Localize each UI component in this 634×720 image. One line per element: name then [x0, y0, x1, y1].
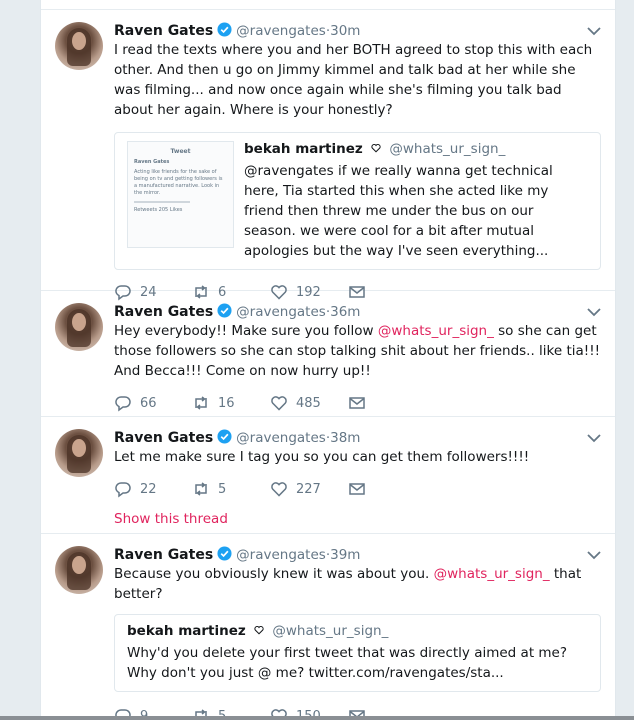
like-count: 227	[296, 481, 321, 497]
timestamp[interactable]: 30m	[330, 23, 360, 39]
timestamp[interactable]: 36m	[330, 304, 360, 320]
tweet-actions: 66 16 485	[114, 393, 601, 413]
like-count: 150	[296, 708, 321, 717]
tweet-header: Raven Gates @ravengates · 38m	[114, 427, 601, 447]
username[interactable]: @ravengates	[236, 430, 326, 446]
retweet-button[interactable]: 5	[192, 480, 270, 498]
direct-message-icon	[349, 710, 365, 716]
tweet-header: Raven Gates @ravengates · 36m	[114, 301, 601, 321]
timestamp[interactable]: 38m	[330, 430, 360, 446]
window-bottom-edge	[0, 716, 634, 720]
retweet-icon	[195, 482, 207, 496]
display-name[interactable]: Raven Gates	[114, 430, 213, 446]
display-name[interactable]: Raven Gates	[114, 547, 213, 563]
quoted-tweet-text: Why'd you delete your first tweet that w…	[127, 645, 568, 681]
reply-button[interactable]: 22	[114, 480, 192, 498]
like-icon	[271, 396, 287, 411]
reply-icon	[115, 396, 131, 412]
tweet[interactable]: Raven Gates @ravengates · 36m Hey everyb…	[41, 291, 615, 417]
reply-button[interactable]: 66	[114, 394, 192, 412]
like-button[interactable]: 485	[270, 394, 348, 412]
retweet-count: 5	[218, 481, 227, 497]
verified-badge-icon	[217, 546, 232, 561]
quoted-display-name: bekah martinez	[127, 623, 246, 639]
avatar[interactable]	[55, 303, 103, 351]
verified-badge-icon	[217, 22, 232, 37]
username[interactable]: @ravengates	[236, 304, 326, 320]
username[interactable]: @ravengates	[236, 23, 326, 39]
direct-message-icon	[349, 483, 365, 495]
tweet[interactable]: Raven Gates @ravengates · 30m I read the…	[41, 10, 615, 301]
like-count: 485	[296, 395, 321, 411]
like-button[interactable]: 227	[270, 480, 348, 498]
reply-count: 66	[140, 395, 157, 411]
quoted-username: @whats_ur_sign_	[272, 623, 389, 639]
like-button[interactable]: 150	[270, 707, 348, 716]
tweet-text: I read the texts where you and her BOTH …	[114, 42, 593, 118]
chevron-down-icon[interactable]	[587, 550, 601, 560]
quoted-tweet-header: bekah martinez @whats_ur_sign_	[244, 141, 588, 161]
reply-icon	[115, 709, 131, 716]
quoted-username: @whats_ur_sign_	[389, 141, 506, 157]
image-text: Acting like friends for the sake of bein…	[134, 169, 223, 196]
quoted-tweet-header: bekah martinez @whats_ur_sign_	[127, 623, 588, 643]
image-stats: Retweets 205 Likes	[134, 207, 183, 213]
verified-badge-icon	[217, 303, 232, 318]
reply-count: 22	[140, 481, 157, 497]
retweet-button[interactable]: 5	[192, 707, 270, 716]
image-name: Raven Gates	[134, 159, 170, 165]
quoted-tweet-text: @ravengates if we really wanna get techn…	[244, 163, 553, 259]
tweet-text: Let me make sure I tag you so you can ge…	[114, 449, 530, 465]
mention-link[interactable]: @whats_ur_sign_	[434, 566, 550, 582]
quoted-tweet-image: Tweet Raven Gates Acting like friends fo…	[127, 141, 234, 248]
direct-message-icon	[349, 397, 365, 409]
quoted-display-name: bekah martinez	[244, 141, 363, 157]
reply-icon	[115, 482, 131, 498]
verified-badge-icon	[217, 429, 232, 444]
retweet-count: 16	[218, 395, 235, 411]
tweet-text-part: Because you obviously knew it was about …	[114, 566, 434, 582]
timestamp[interactable]: 39m	[330, 547, 360, 563]
chevron-down-icon[interactable]	[587, 307, 601, 317]
avatar[interactable]	[55, 546, 103, 594]
show-thread-link[interactable]: Show this thread	[114, 511, 601, 529]
tweet-header: Raven Gates @ravengates · 30m	[114, 20, 601, 40]
chevron-down-icon[interactable]	[587, 433, 601, 443]
timeline-top-edge	[41, 0, 615, 10]
tweet-actions: 9 5 150	[114, 706, 601, 716]
timeline: Raven Gates @ravengates · 30m I read the…	[40, 0, 616, 716]
tweet-actions: 22 5 227	[114, 479, 601, 499]
tweet-text: Because you obviously knew it was about …	[114, 564, 601, 604]
direct-message-button[interactable]	[348, 707, 378, 716]
quoted-tweet[interactable]: Tweet Raven Gates Acting like friends fo…	[114, 132, 601, 270]
display-name[interactable]: Raven Gates	[114, 304, 213, 320]
direct-message-button[interactable]	[348, 480, 378, 498]
tweet[interactable]: Raven Gates @ravengates · 38m Let me mak…	[41, 417, 615, 534]
tweet-header: Raven Gates @ravengates · 39m	[114, 544, 601, 564]
avatar[interactable]	[55, 429, 103, 477]
retweet-count: 5	[218, 708, 227, 717]
avatar[interactable]	[55, 22, 103, 70]
retweet-icon	[195, 396, 207, 410]
image-title: Tweet	[170, 148, 191, 155]
username[interactable]: @ravengates	[236, 547, 326, 563]
like-icon	[271, 482, 287, 497]
reply-count: 9	[140, 708, 149, 717]
like-icon	[271, 709, 287, 716]
chevron-down-icon[interactable]	[587, 26, 601, 36]
tweet[interactable]: Raven Gates @ravengates · 39m Because yo…	[41, 534, 615, 716]
retweet-button[interactable]: 16	[192, 394, 270, 412]
reply-button[interactable]: 9	[114, 707, 192, 716]
heart-emoji-icon	[371, 144, 381, 153]
display-name[interactable]: Raven Gates	[114, 23, 213, 39]
heart-emoji-icon	[254, 626, 264, 635]
tweet-text-part: Hey everybody!! Make sure you follow	[114, 323, 378, 339]
mention-link[interactable]: @whats_ur_sign_	[378, 323, 494, 339]
direct-message-button[interactable]	[348, 394, 378, 412]
quoted-tweet[interactable]: bekah martinez @whats_ur_sign_ Why'd you…	[114, 614, 601, 692]
retweet-icon	[195, 709, 207, 716]
tweet-text: Hey everybody!! Make sure you follow @wh…	[114, 321, 601, 381]
